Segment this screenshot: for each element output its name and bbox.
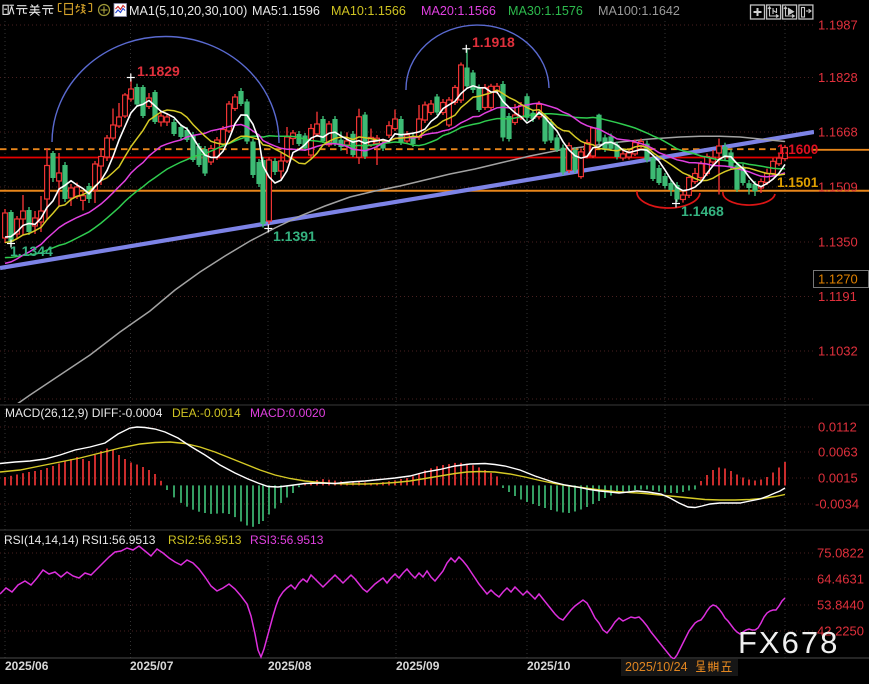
- svg-text:1.1600: 1.1600: [777, 142, 818, 157]
- svg-text:1.1829: 1.1829: [137, 63, 180, 79]
- svg-text:DEA:-0.0014: DEA:-0.0014: [172, 406, 241, 420]
- svg-text:1.1350: 1.1350: [818, 235, 858, 250]
- svg-text:MA5:1.1596: MA5:1.1596: [252, 4, 320, 18]
- svg-text:-0.0034: -0.0034: [815, 497, 859, 512]
- svg-text:MACD(26,12,9) DIFF:-0.0004: MACD(26,12,9) DIFF:-0.0004: [5, 406, 163, 420]
- svg-text:1.1987: 1.1987: [818, 18, 858, 33]
- svg-text:53.8440: 53.8440: [817, 598, 864, 613]
- svg-text:MA30:1.1576: MA30:1.1576: [508, 4, 583, 18]
- svg-text:MA1(5,10,20,30,100): MA1(5,10,20,30,100): [129, 4, 247, 18]
- svg-text:2025/10: 2025/10: [527, 659, 571, 673]
- svg-text:64.4631: 64.4631: [817, 572, 864, 587]
- svg-text:MA100:1.1642: MA100:1.1642: [598, 4, 680, 18]
- svg-text:RSI3:56.9513: RSI3:56.9513: [250, 533, 324, 547]
- svg-text:RSI2:56.9513: RSI2:56.9513: [168, 533, 242, 547]
- svg-text:1.1468: 1.1468: [681, 203, 724, 219]
- svg-text:2025/10/24: 2025/10/24: [625, 660, 688, 674]
- svg-text:1.1918: 1.1918: [472, 34, 515, 50]
- svg-text:1.1668: 1.1668: [818, 125, 858, 140]
- svg-text:MA20:1.1566: MA20:1.1566: [421, 4, 496, 18]
- svg-text:1.1391: 1.1391: [273, 228, 316, 244]
- svg-text:0.0112: 0.0112: [818, 420, 857, 435]
- svg-text:2025/09: 2025/09: [396, 659, 440, 673]
- svg-text:MA10:1.1566: MA10:1.1566: [331, 4, 406, 18]
- svg-text:0.0015: 0.0015: [818, 471, 858, 486]
- svg-text:1.1191: 1.1191: [818, 289, 857, 304]
- svg-text:FX678: FX678: [738, 625, 839, 660]
- svg-text:1.1344: 1.1344: [10, 243, 53, 259]
- svg-text:1.1270: 1.1270: [818, 272, 858, 287]
- svg-text:2025/08: 2025/08: [268, 659, 312, 673]
- svg-text:MACD:0.0020: MACD:0.0020: [250, 406, 326, 420]
- svg-text:1.1828: 1.1828: [818, 70, 858, 85]
- svg-text:RSI(14,14,14) RSI1:56.9513: RSI(14,14,14) RSI1:56.9513: [4, 533, 156, 547]
- svg-text:1.1501: 1.1501: [777, 175, 819, 190]
- svg-text:0.0063: 0.0063: [818, 445, 858, 460]
- svg-text:1.1032: 1.1032: [818, 344, 858, 359]
- svg-text:2025/06: 2025/06: [5, 659, 49, 673]
- svg-text:2025/07: 2025/07: [130, 659, 174, 673]
- svg-text:1.1509: 1.1509: [818, 180, 858, 195]
- svg-text:75.0822: 75.0822: [817, 546, 864, 561]
